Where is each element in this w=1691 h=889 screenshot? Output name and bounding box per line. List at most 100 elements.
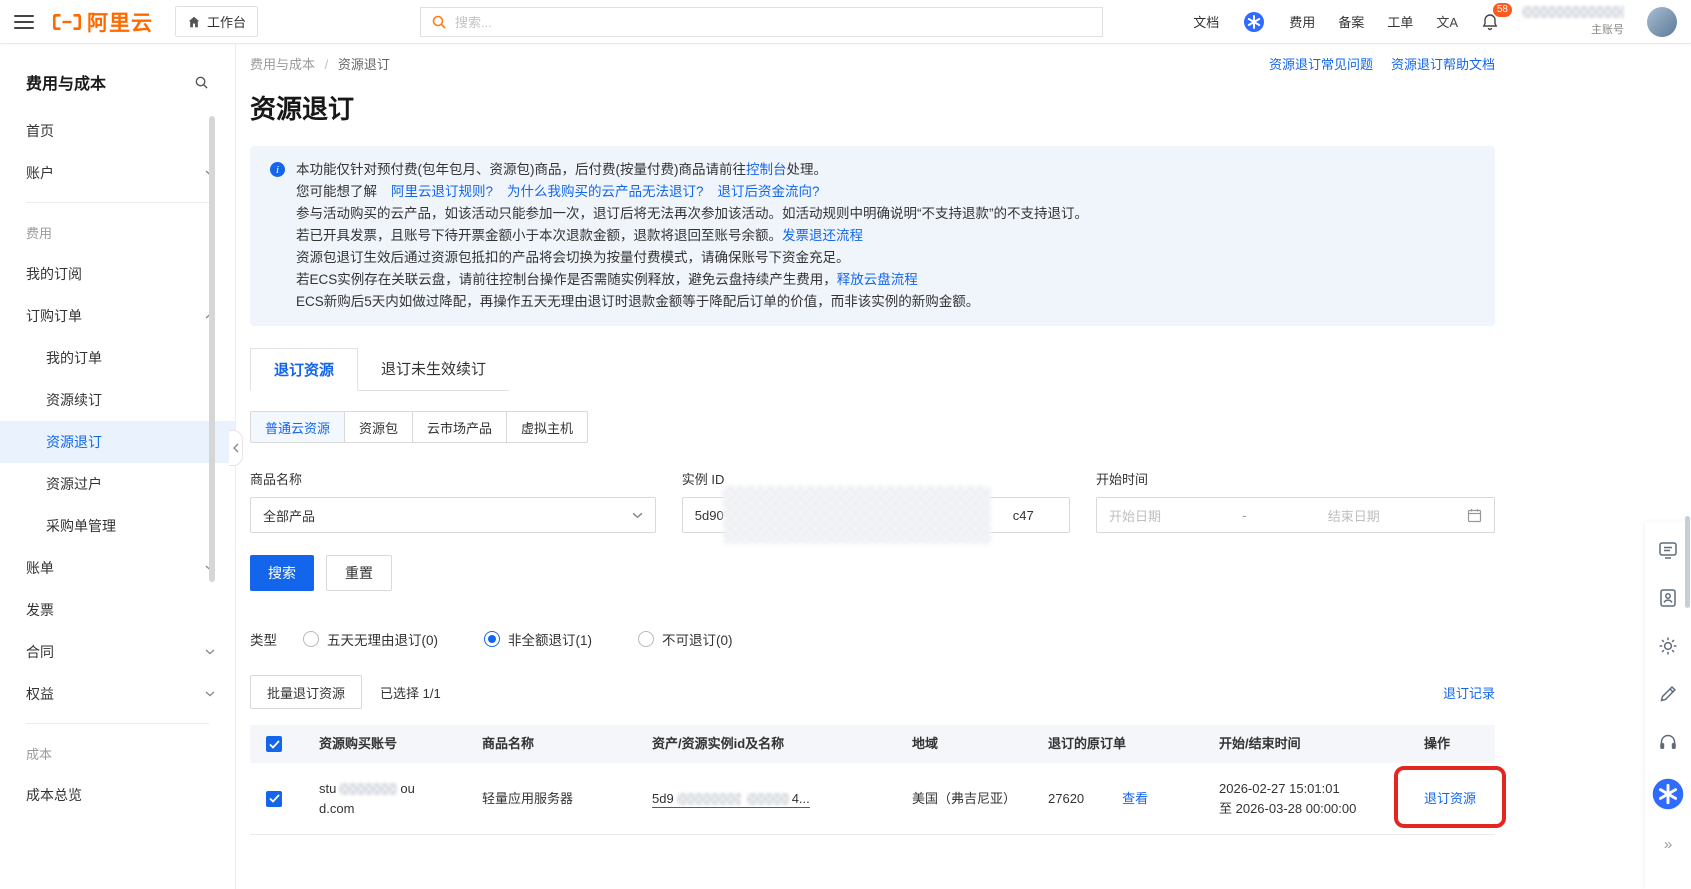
sidebar-scrollbar[interactable] bbox=[209, 116, 215, 582]
redacted-account-name bbox=[1522, 6, 1624, 18]
sidebar-item-benefits[interactable]: 权益 bbox=[0, 673, 235, 715]
table-header: 资源购买账号 商品名称 资产/资源实例id及名称 地域 退订的原订单 开始/结束… bbox=[250, 725, 1495, 763]
faq-link[interactable]: 资源退订常见问题 bbox=[1269, 54, 1373, 73]
sidebar-item-invoice[interactable]: 发票 bbox=[0, 589, 235, 631]
unsubscribe-resource-link[interactable]: 退订资源 bbox=[1424, 791, 1476, 806]
sidebar-item-account[interactable]: 账户 bbox=[0, 152, 235, 194]
chevron-down-icon bbox=[205, 649, 215, 655]
sidebar-search-icon[interactable] bbox=[194, 75, 209, 90]
sidebar-title: 费用与成本 bbox=[26, 76, 107, 93]
tab-unsubscribe-pending-renewal[interactable]: 退订未生效续订 bbox=[358, 348, 510, 390]
radio-five-day-no-reason[interactable]: 五天无理由退订(0) bbox=[303, 629, 438, 649]
sidebar-item-cost-overview[interactable]: 成本总览 bbox=[0, 774, 235, 816]
console-link[interactable]: 控制台 bbox=[746, 162, 787, 177]
contact-board-icon[interactable] bbox=[1656, 538, 1680, 562]
main-content: 费用与成本 / 资源退订 资源退订常见问题 资源退订帮助文档 资源退订 i 本功… bbox=[236, 44, 1691, 889]
sidebar-item-unsubscribe[interactable]: 资源退订 bbox=[0, 421, 235, 463]
cell-region: 美国（弗吉尼亚） bbox=[912, 790, 1017, 806]
breadcrumb-parent[interactable]: 费用与成本 bbox=[250, 57, 315, 72]
sidebar: 费用与成本 首页 账户 费用 我的订阅 订购订单 我的订单 资源续订 资源退订 … bbox=[0, 44, 236, 889]
tab-unsubscribe-resource[interactable]: 退订资源 bbox=[250, 348, 359, 391]
nav-docs[interactable]: 文档 bbox=[1193, 12, 1219, 31]
sidebar-item-transfer[interactable]: 资源过户 bbox=[0, 463, 235, 505]
search-icon bbox=[432, 15, 446, 29]
chip-virtual-host[interactable]: 虚拟主机 bbox=[506, 411, 589, 443]
chip-resource-package[interactable]: 资源包 bbox=[344, 411, 414, 443]
support-headset-icon[interactable] bbox=[1656, 730, 1680, 754]
redacted-asset-id bbox=[676, 793, 741, 806]
language-icon[interactable]: 文A bbox=[1436, 12, 1458, 31]
chip-normal-cloud-resource[interactable]: 普通云资源 bbox=[250, 411, 346, 443]
refund-rules-link[interactable]: 阿里云退订规则? bbox=[391, 184, 493, 199]
cell-asset: 5d9 4... bbox=[652, 789, 912, 809]
info-line: 若ECS实例存在关联云盘，请前往控制台操作是否需随实例释放，避免云盘持续产生费用… bbox=[296, 272, 918, 287]
nav-fee[interactable]: 费用 bbox=[1289, 12, 1315, 31]
sidebar-item-contract[interactable]: 合同 bbox=[0, 631, 235, 673]
account-info[interactable]: 主账号 bbox=[1522, 6, 1624, 37]
resource-type-chips: 普通云资源 资源包 云市场产品 虚拟主机 bbox=[250, 411, 1495, 443]
chip-marketplace[interactable]: 云市场产品 bbox=[412, 411, 508, 443]
why-cannot-refund-link[interactable]: 为什么我购买的云产品无法退订? bbox=[507, 184, 704, 199]
notification-bell-icon[interactable]: 58 bbox=[1481, 2, 1512, 31]
view-order-link[interactable]: 查看 bbox=[1122, 789, 1148, 809]
instance-id-input[interactable]: 5d90 c47 bbox=[681, 486, 1071, 544]
refund-flow-link[interactable]: 退订后资金流向? bbox=[718, 184, 820, 199]
info-line: 资源包退订生效后通过资源包抵扣的产品将会切换为按量付费模式，请确保账号下资金充足… bbox=[296, 250, 850, 265]
workbench-label: 工作台 bbox=[207, 15, 247, 30]
feedback-pencil-icon[interactable] bbox=[1656, 682, 1680, 706]
invoice-return-link[interactable]: 发票退还流程 bbox=[782, 228, 863, 243]
product-select[interactable]: 全部产品 bbox=[250, 497, 656, 533]
sidebar-divider bbox=[26, 202, 209, 203]
radio-non-refundable[interactable]: 不可退订(0) bbox=[638, 629, 733, 649]
unsubscribe-record-link[interactable]: 退订记录 bbox=[1443, 683, 1495, 702]
end-date-placeholder[interactable]: 结束日期 bbox=[1328, 506, 1380, 525]
user-guide-icon[interactable] bbox=[1656, 586, 1680, 610]
cell-order: 27620 查看 bbox=[1048, 789, 1219, 809]
global-search[interactable] bbox=[420, 7, 1103, 37]
reset-button[interactable]: 重置 bbox=[326, 555, 392, 591]
help-doc-link[interactable]: 资源退订帮助文档 bbox=[1391, 54, 1495, 73]
sidebar-item-orders[interactable]: 订购订单 bbox=[0, 295, 235, 337]
select-all-checkbox[interactable] bbox=[266, 736, 282, 752]
release-disk-link[interactable]: 释放云盘流程 bbox=[837, 272, 918, 287]
search-input[interactable] bbox=[455, 14, 1092, 30]
nav-ticket[interactable]: 工单 bbox=[1387, 12, 1413, 31]
radio-icon bbox=[303, 631, 319, 647]
sidebar-item-subscriptions[interactable]: 我的订阅 bbox=[0, 253, 235, 295]
community-icon[interactable] bbox=[1242, 10, 1266, 34]
cell-time: 2026-02-27 15:01:01 至 2026-03-28 00:00:0… bbox=[1219, 780, 1357, 816]
panel-expand-arrow-icon[interactable]: » bbox=[1664, 836, 1672, 853]
info-line: 参与活动购买的云产品，如该活动只能参加一次，退订后将无法再次参加该活动。如活动规… bbox=[296, 206, 1088, 221]
menu-icon[interactable] bbox=[14, 14, 34, 29]
info-line: 若已开具发票，且账号下待开票金额小于本次退款金额，退款将退回至账号余额。发票退还… bbox=[296, 228, 863, 243]
avatar[interactable] bbox=[1647, 6, 1677, 37]
sidebar-item-purchase-orders[interactable]: 采购单管理 bbox=[0, 505, 235, 547]
row-checkbox[interactable] bbox=[266, 790, 282, 807]
sidebar-collapse-handle[interactable] bbox=[229, 430, 243, 466]
asset-id-link[interactable]: 5d9 4... bbox=[652, 790, 810, 808]
sidebar-item-home[interactable]: 首页 bbox=[0, 110, 235, 152]
radio-checked-icon bbox=[484, 631, 500, 647]
cell-action: 退订资源 bbox=[1394, 765, 1506, 828]
workbench-button[interactable]: 工作台 bbox=[175, 6, 259, 37]
sidebar-item-my-orders[interactable]: 我的订单 bbox=[0, 337, 235, 379]
batch-unsubscribe-button[interactable]: 批量退订资源 bbox=[250, 675, 363, 709]
settings-gear-icon[interactable] bbox=[1656, 634, 1680, 658]
breadcrumb-row: 费用与成本 / 资源退订 资源退订常见问题 资源退订帮助文档 bbox=[250, 54, 1495, 73]
search-button[interactable]: 搜索 bbox=[250, 555, 314, 591]
nav-beian[interactable]: 备案 bbox=[1338, 12, 1364, 31]
sidebar-item-bills[interactable]: 账单 bbox=[0, 547, 235, 589]
start-date-placeholder[interactable]: 开始日期 bbox=[1109, 506, 1161, 525]
sidebar-item-renewal[interactable]: 资源续订 bbox=[0, 379, 235, 421]
aliyun-logo[interactable]: 阿里云 bbox=[52, 7, 153, 37]
radio-icon bbox=[638, 631, 654, 647]
page-scrollbar[interactable] bbox=[1685, 516, 1690, 608]
table-row: stu ou d.com 轻量应用服务器 5d9 4... 美国（弗吉尼亚） 276… bbox=[250, 763, 1506, 835]
community-icon[interactable] bbox=[1652, 778, 1684, 810]
resource-table: 资源购买账号 商品名称 资产/资源实例id及名称 地域 退订的原订单 开始/结束… bbox=[250, 725, 1506, 835]
date-range-picker[interactable]: 开始日期 - 结束日期 bbox=[1096, 497, 1495, 533]
radio-partial-refund[interactable]: 非全额退订(1) bbox=[484, 629, 592, 649]
col-product: 商品名称 bbox=[482, 736, 535, 751]
sidebar-divider bbox=[26, 723, 209, 724]
topbar: 阿里云 工作台 文档 费用 备案 工单 文A 58 主账号 bbox=[0, 0, 1691, 44]
